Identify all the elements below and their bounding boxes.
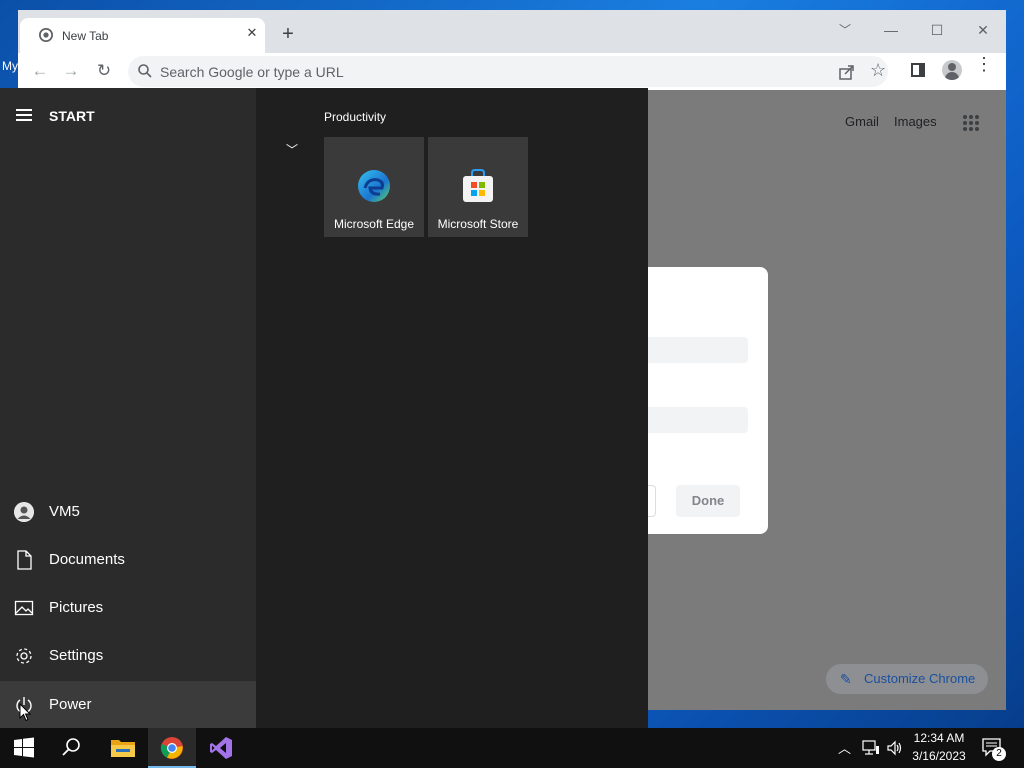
notification-count-badge: 2	[992, 747, 1006, 761]
more-menu-icon[interactable]: ⋮	[975, 55, 993, 73]
taskbar-chrome[interactable]	[148, 728, 196, 768]
search-icon	[62, 738, 80, 756]
done-button[interactable]: Done	[676, 485, 740, 517]
profile-avatar-icon[interactable]	[942, 60, 962, 80]
tab-new-tab[interactable]: New Tab ✕	[20, 18, 265, 53]
clock-date[interactable]: 3/16/2023	[908, 749, 970, 763]
edge-icon	[358, 170, 390, 202]
search-icon	[138, 64, 152, 78]
tab-search-chevron-icon[interactable]: ﹀	[822, 16, 868, 44]
visual-studio-icon	[210, 737, 232, 759]
images-link[interactable]: Images	[894, 114, 937, 129]
browser-toolbar: ← → ↻ ☆ ⋮	[18, 53, 1006, 90]
network-icon[interactable]	[862, 740, 880, 756]
hamburger-menu-icon[interactable]	[16, 109, 32, 123]
minimize-button[interactable]: —	[868, 16, 914, 44]
start-item-label: Power	[49, 696, 92, 713]
start-item-documents[interactable]: Documents	[0, 536, 256, 584]
tile-microsoft-store[interactable]: Microsoft Store	[428, 137, 528, 237]
taskbar-visual-studio[interactable]	[197, 728, 245, 768]
close-tab-icon[interactable]: ✕	[244, 25, 260, 41]
start-item-label: VM5	[49, 503, 80, 520]
volume-icon[interactable]	[886, 740, 904, 756]
gear-icon	[16, 648, 32, 664]
bookmark-star-icon[interactable]: ☆	[870, 60, 886, 81]
document-icon	[17, 550, 32, 570]
gmail-link[interactable]: Gmail	[845, 114, 879, 129]
google-apps-grid-icon[interactable]	[962, 114, 980, 132]
chrome-icon	[160, 737, 183, 759]
pictures-icon	[14, 600, 34, 616]
mouse-cursor-icon	[19, 703, 31, 722]
tab-strip: New Tab ✕ + ﹀ — ☐ ✕	[18, 10, 1006, 53]
new-tab-button[interactable]: +	[277, 24, 299, 46]
start-menu: START VM5 Documents Pictures Settings Po…	[0, 88, 648, 729]
address-input[interactable]	[160, 56, 820, 87]
store-icon	[463, 169, 493, 202]
windows-start-icon	[14, 737, 34, 758]
taskbar-file-explorer[interactable]	[98, 728, 146, 768]
back-arrow-icon[interactable]: ←	[28, 60, 52, 84]
start-item-power[interactable]: Power	[0, 681, 256, 729]
desktop-icon-label[interactable]: My	[2, 59, 18, 73]
file-explorer-icon	[111, 740, 135, 757]
tab-title: New Tab	[62, 29, 109, 43]
start-item-label: Settings	[49, 647, 104, 664]
tile-label: Microsoft Store	[437, 217, 519, 231]
close-window-button[interactable]: ✕	[960, 16, 1006, 44]
tile-label: Microsoft Edge	[333, 217, 415, 231]
taskbar-search-button[interactable]	[48, 728, 96, 768]
start-button[interactable]	[0, 728, 48, 768]
pencil-icon: ✎	[840, 671, 852, 687]
start-menu-left-pane: START VM5 Documents Pictures Settings Po…	[0, 88, 256, 729]
customize-chrome-button[interactable]: ✎ Customize Chrome	[826, 664, 988, 694]
tile-microsoft-edge[interactable]: Microsoft Edge	[324, 137, 424, 237]
start-item-label: Documents	[49, 551, 125, 568]
maximize-button[interactable]: ☐	[914, 16, 960, 44]
chrome-tab-icon	[39, 28, 53, 42]
address-bar[interactable]: ☆	[128, 56, 888, 87]
side-panel-icon[interactable]	[911, 63, 925, 77]
start-item-user[interactable]: VM5	[0, 488, 256, 536]
user-icon	[14, 502, 34, 522]
reload-icon[interactable]: ↻	[92, 60, 116, 84]
show-hidden-icons-chevron-icon[interactable]: ︿	[838, 738, 851, 757]
chevron-down-icon[interactable]: ﹀	[286, 141, 300, 157]
start-item-pictures[interactable]: Pictures	[0, 584, 256, 632]
customize-chrome-label: Customize Chrome	[864, 671, 976, 686]
tile-group-title: Productivity	[324, 110, 387, 124]
forward-arrow-icon[interactable]: →	[59, 60, 83, 84]
start-title: START	[49, 108, 95, 124]
start-item-label: Pictures	[49, 599, 104, 616]
clock-time[interactable]: 12:34 AM	[912, 731, 966, 745]
start-item-settings[interactable]: Settings	[0, 632, 256, 680]
share-icon[interactable]	[838, 63, 856, 81]
taskbar: ︿ 12:34 AM 3/16/2023 2	[0, 728, 1024, 768]
